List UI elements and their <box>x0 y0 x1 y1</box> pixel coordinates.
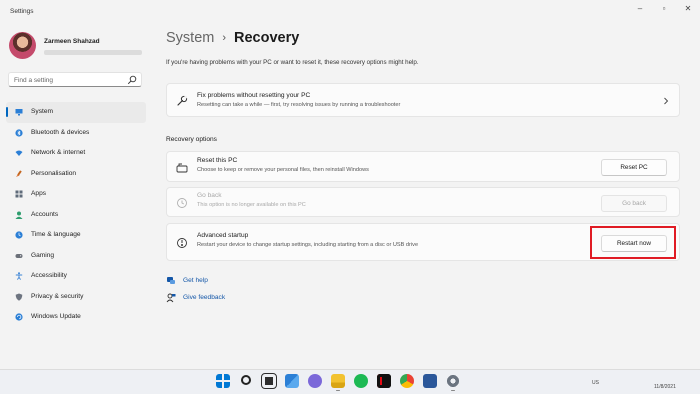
wifi-icon <box>15 150 23 156</box>
sidebar-item-network-internet[interactable]: Network & internet <box>6 143 146 164</box>
title-bar: Settings – ▫ ✕ <box>0 0 700 24</box>
sidebar: Zarmeen Shahzad System Bluetooth & device… <box>0 24 150 369</box>
spotify-icon[interactable] <box>354 374 368 388</box>
highlight-box <box>590 226 676 259</box>
advanced-startup-title: Advanced startup <box>197 232 249 239</box>
sidebar-item-label: Bluetooth & devices <box>31 128 90 136</box>
update-icon <box>15 313 23 321</box>
feedback-icon <box>166 293 176 303</box>
windows-start-icon[interactable] <box>216 374 230 388</box>
recovery-options-heading: Recovery options <box>166 136 217 143</box>
wrench-icon <box>177 95 188 106</box>
sidebar-item-time-language[interactable]: Time & language <box>6 225 146 246</box>
help-icon <box>167 277 175 284</box>
maximize-button[interactable]: ▫ <box>657 4 671 14</box>
breadcrumb: System › Recovery <box>166 30 299 46</box>
reset-pc-button[interactable]: Reset PC <box>601 159 667 176</box>
widgets-icon[interactable] <box>285 374 299 388</box>
settings-icon[interactable] <box>446 374 460 391</box>
person-icon <box>15 211 23 219</box>
avatar[interactable] <box>9 32 36 59</box>
fix-problems-title: Fix problems without resetting your PC <box>197 92 311 99</box>
sidebar-item-bluetooth-devices[interactable]: Bluetooth & devices <box>6 123 146 144</box>
search-input[interactable] <box>14 75 124 85</box>
tray-date[interactable]: 11/8/2021 <box>654 384 676 390</box>
intro-text: If you're having problems with your PC o… <box>166 59 419 66</box>
sidebar-item-privacy-security[interactable]: Privacy & security <box>6 287 146 308</box>
reset-this-pc-desc: Choose to keep or remove your personal f… <box>197 167 369 173</box>
sidebar-item-gaming[interactable]: Gaming <box>6 246 146 267</box>
fix-problems-desc: Resetting can take a while — first, try … <box>197 102 401 108</box>
task-view-icon[interactable] <box>261 373 277 389</box>
chat-icon[interactable] <box>308 374 322 388</box>
search-icon[interactable] <box>241 375 251 385</box>
sidebar-item-system[interactable]: System <box>6 102 146 123</box>
shield-icon <box>15 293 23 301</box>
globe-clock-icon <box>15 231 23 239</box>
give-feedback-link[interactable]: Give feedback <box>183 294 225 301</box>
sidebar-item-label: Windows Update <box>31 313 81 320</box>
netflix-icon[interactable] <box>377 374 391 388</box>
brush-icon <box>16 169 22 177</box>
sidebar-item-label: Apps <box>31 190 47 197</box>
sidebar-item-label: System <box>31 108 53 115</box>
sidebar-item-label: Gaming <box>31 251 55 259</box>
sidebar-item-accounts[interactable]: Accounts <box>6 205 146 226</box>
sidebar-item-apps[interactable]: Apps <box>6 184 146 205</box>
go-back-desc: This option is no longer available on th… <box>197 202 306 208</box>
sidebar-item-label: Personalisation <box>31 169 77 177</box>
sidebar-item-label: Accounts <box>31 210 59 218</box>
advanced-startup-icon <box>177 238 187 248</box>
reset-this-pc-title: Reset this PC <box>197 157 238 164</box>
sidebar-item-accessibility[interactable]: Accessibility <box>6 266 146 287</box>
search-box[interactable] <box>8 72 142 87</box>
taskbar: US 11/8/2021 <box>0 369 700 394</box>
profile-email-redacted <box>44 50 142 55</box>
profile-name: Zarmeen Shahzad <box>44 38 100 45</box>
sidebar-item-label: Privacy & security <box>31 292 84 300</box>
advanced-startup-card: Advanced startup Restart your device to c… <box>166 223 680 261</box>
breadcrumb-separator: › <box>222 32 227 44</box>
tray-language[interactable]: US <box>592 380 599 386</box>
sidebar-item-personalisation[interactable]: Personalisation <box>6 164 146 185</box>
fix-problems-card[interactable]: Fix problems without resetting your PC R… <box>166 83 680 117</box>
search-icon[interactable] <box>127 75 137 85</box>
sidebar-nav: System Bluetooth & devices Network & inter… <box>6 102 146 328</box>
accessibility-icon <box>15 272 23 280</box>
go-back-card: Go back This option is no longer availabl… <box>166 187 680 217</box>
chrome-icon[interactable] <box>400 374 414 388</box>
history-icon <box>177 198 187 208</box>
apps-icon <box>15 190 23 198</box>
word-icon[interactable] <box>423 374 437 388</box>
go-back-title: Go back <box>197 192 222 199</box>
gamepad-icon <box>15 253 23 258</box>
get-help-link[interactable]: Get help <box>183 277 208 284</box>
chevron-right-icon <box>664 97 669 105</box>
page-title: Recovery <box>234 30 300 46</box>
file-explorer-icon[interactable] <box>331 374 345 391</box>
window-title: Settings <box>10 8 34 15</box>
monitor-icon <box>15 109 23 116</box>
go-back-button: Go back <box>601 195 667 212</box>
reset-this-pc-card: Reset this PC Choose to keep or remove yo… <box>166 151 680 182</box>
sidebar-item-label: Accessibility <box>31 272 67 279</box>
minimize-button[interactable]: – <box>633 4 647 14</box>
main-content: System › Recovery If you're having problem… <box>166 24 681 369</box>
sidebar-item-windows-update[interactable]: Windows Update <box>6 307 146 328</box>
bluetooth-icon <box>15 128 23 137</box>
close-button[interactable]: ✕ <box>681 4 695 14</box>
sidebar-item-label: Time & language <box>31 231 81 238</box>
reset-pc-icon <box>176 163 188 173</box>
breadcrumb-parent[interactable]: System <box>166 30 214 46</box>
advanced-startup-desc: Restart your device to change startup se… <box>197 242 419 248</box>
sidebar-item-label: Network & internet <box>31 149 86 156</box>
